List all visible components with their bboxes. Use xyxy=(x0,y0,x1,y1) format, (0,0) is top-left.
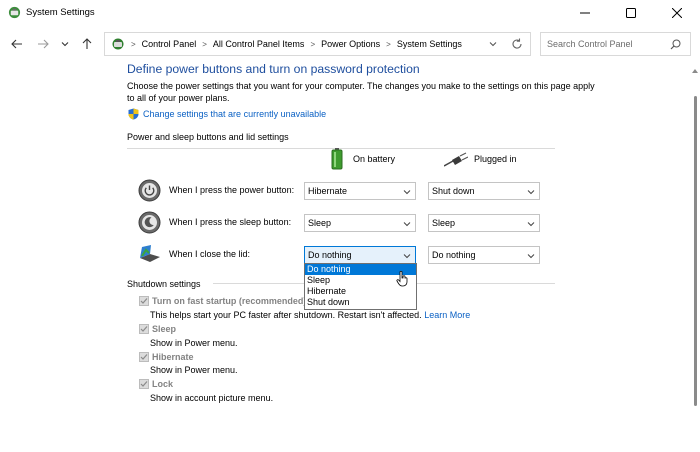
checkmark-icon xyxy=(140,298,148,304)
fast-startup-description: This helps start your PC faster after sh… xyxy=(150,310,470,320)
scroll-up-icon[interactable] xyxy=(692,68,698,73)
learn-more-link[interactable]: Learn More xyxy=(424,310,470,320)
breadcrumb: > Control Panel > All Control Panel Item… xyxy=(131,39,462,49)
checkbox-title: Turn on fast startup (recommended) xyxy=(152,296,307,306)
checkbox-title: Hibernate xyxy=(152,352,194,362)
sleep-description: Show in Power menu. xyxy=(150,338,238,348)
back-button[interactable] xyxy=(9,36,25,52)
sleep-button-battery-select[interactable]: Sleep xyxy=(304,214,416,232)
hibernate-description: Show in Power menu. xyxy=(150,365,238,375)
plug-icon xyxy=(444,152,468,167)
checkmark-icon xyxy=(140,354,148,360)
maximize-button[interactable] xyxy=(608,0,654,26)
search-icon xyxy=(670,39,681,50)
select-value: Sleep xyxy=(308,218,332,228)
mouse-pointer-icon xyxy=(396,271,408,287)
close-icon xyxy=(672,8,682,18)
chevron-down-icon xyxy=(403,190,411,195)
minimize-icon xyxy=(580,12,590,14)
sleep-checkbox[interactable]: Sleep xyxy=(139,324,176,334)
breadcrumb-separator-icon: > xyxy=(202,39,207,49)
breadcrumb-all-items[interactable]: All Control Panel Items xyxy=(213,39,305,49)
window-title: System Settings xyxy=(26,7,95,18)
lock-description: Show in account picture menu. xyxy=(150,393,274,403)
change-settings-link[interactable]: Change settings that are currently unava… xyxy=(143,109,326,119)
power-button-battery-select[interactable]: Hibernate xyxy=(304,182,416,200)
page-description: Choose the power settings that you want … xyxy=(127,81,595,103)
fast-startup-checkbox[interactable]: Turn on fast startup (recommended) xyxy=(139,296,306,306)
up-button[interactable] xyxy=(79,36,95,52)
dropdown-option-hibernate[interactable]: Hibernate xyxy=(305,286,416,297)
navigation-bar: > Control Panel > All Control Panel Item… xyxy=(0,26,700,62)
lock-checkbox[interactable]: Lock xyxy=(139,379,173,389)
scrollbar-thumb[interactable] xyxy=(694,96,697,406)
search-input[interactable]: Search Control Panel xyxy=(540,32,691,56)
checkmark-icon xyxy=(140,381,148,387)
on-battery-header: On battery xyxy=(353,154,396,164)
description-text: This helps start your PC faster after sh… xyxy=(150,310,422,320)
main-content: Define power buttons and turn on passwor… xyxy=(0,62,690,452)
breadcrumb-control-panel[interactable]: Control Panel xyxy=(142,39,197,49)
hibernate-checkbox[interactable]: Hibernate xyxy=(139,352,194,362)
shutdown-section-label: Shutdown settings xyxy=(127,279,201,289)
control-panel-icon xyxy=(112,38,124,50)
chevron-down-icon xyxy=(527,222,535,227)
power-button-label: When I press the power button: xyxy=(169,185,295,195)
close-lid-label: When I close the lid: xyxy=(169,249,251,259)
battery-icon xyxy=(331,148,343,170)
page-title: Define power buttons and turn on passwor… xyxy=(127,62,420,76)
title-bar: System Settings xyxy=(0,0,700,26)
breadcrumb-separator-icon: > xyxy=(386,39,391,49)
checkmark-icon xyxy=(140,326,148,332)
forward-arrow-icon xyxy=(38,39,49,49)
search-placeholder: Search Control Panel xyxy=(547,39,633,49)
checkbox-box xyxy=(139,324,149,334)
breadcrumb-separator-icon: > xyxy=(131,39,136,49)
uac-shield-icon xyxy=(128,108,139,120)
power-options-icon xyxy=(8,6,21,19)
select-value: Do nothing xyxy=(308,250,352,260)
address-bar[interactable]: > Control Panel > All Control Panel Item… xyxy=(104,32,531,56)
sleep-button-plugged-select[interactable]: Sleep xyxy=(428,214,540,232)
sleep-button-label: When I press the sleep button: xyxy=(169,217,292,227)
forward-button[interactable] xyxy=(35,36,51,52)
chevron-down-icon xyxy=(403,254,411,259)
address-history-chevron-icon[interactable] xyxy=(488,39,498,49)
plugged-in-header: Plugged in xyxy=(474,154,517,164)
laptop-lid-icon xyxy=(140,245,160,262)
select-value: Hibernate xyxy=(308,186,348,196)
recent-locations-button[interactable] xyxy=(57,36,73,52)
breadcrumb-separator-icon: > xyxy=(310,39,316,49)
chevron-down-icon xyxy=(527,190,535,195)
back-arrow-icon xyxy=(11,39,22,49)
checkbox-box xyxy=(139,352,149,362)
close-lid-battery-select[interactable]: Do nothing xyxy=(304,246,416,264)
chevron-down-icon xyxy=(403,222,411,227)
checkbox-title: Lock xyxy=(152,379,174,389)
minimize-button[interactable] xyxy=(562,0,608,26)
checkbox-box xyxy=(139,296,149,306)
breadcrumb-power-options[interactable]: Power Options xyxy=(321,39,380,49)
checkbox-box xyxy=(139,379,149,389)
chevron-down-icon xyxy=(61,42,69,47)
vertical-scrollbar[interactable] xyxy=(690,62,700,452)
power-button-plugged-select[interactable]: Shut down xyxy=(428,182,540,200)
dropdown-option-shut-down[interactable]: Shut down xyxy=(305,297,416,308)
checkbox-title: Sleep xyxy=(152,324,177,334)
sleep-button-icon xyxy=(138,211,161,234)
maximize-icon xyxy=(626,8,636,18)
chevron-down-icon xyxy=(527,254,535,259)
power-section-label: Power and sleep buttons and lid settings xyxy=(127,132,289,142)
close-button[interactable] xyxy=(654,0,700,26)
select-value: Sleep xyxy=(432,218,456,228)
select-value: Do nothing xyxy=(432,250,476,260)
up-arrow-icon xyxy=(82,38,92,49)
select-value: Shut down xyxy=(432,186,475,196)
power-button-icon xyxy=(138,179,161,202)
refresh-icon[interactable] xyxy=(510,37,524,51)
breadcrumb-system-settings[interactable]: System Settings xyxy=(397,39,462,49)
close-lid-plugged-select[interactable]: Do nothing xyxy=(428,246,540,264)
